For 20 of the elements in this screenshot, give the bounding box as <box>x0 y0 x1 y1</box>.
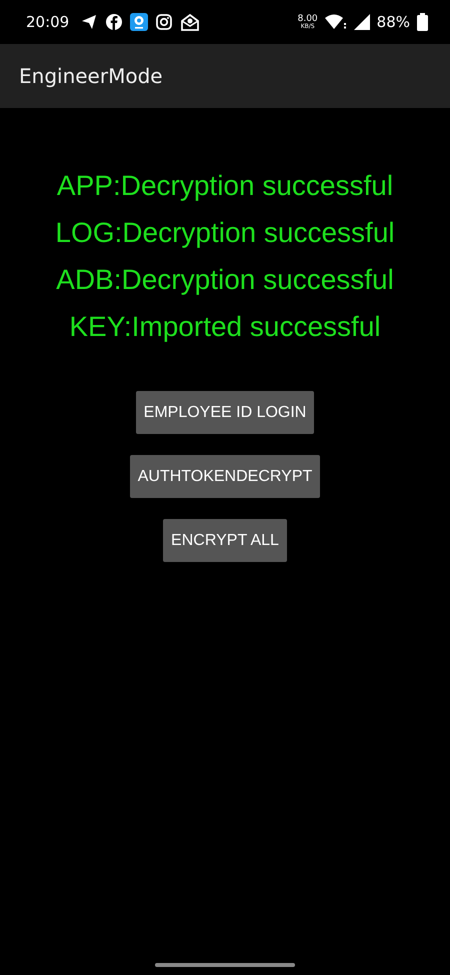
camera-app-icon <box>130 13 148 31</box>
wifi-icon <box>324 14 347 30</box>
instagram-icon <box>155 13 174 31</box>
facebook-icon <box>105 13 124 31</box>
status-message: KEY:Imported successful <box>69 310 381 344</box>
status-message: ADB:Decryption successful <box>56 263 394 297</box>
action-button[interactable]: AUTHTOKENDECRYPT <box>130 455 320 498</box>
battery-icon <box>417 13 428 31</box>
battery-percent: 88% <box>376 13 410 31</box>
status-message: APP:Decryption successful <box>56 169 394 203</box>
paper-plane-icon <box>80 13 98 31</box>
action-button[interactable]: ENCRYPT ALL <box>163 519 287 562</box>
mail-icon <box>180 13 200 31</box>
network-speed: 8.00 <box>298 14 318 24</box>
action-button[interactable]: EMPLOYEE ID LOGIN <box>136 391 314 434</box>
signal-icon <box>354 14 370 30</box>
status-message: LOG:Decryption successful <box>55 216 395 250</box>
app-title: EngineerMode <box>19 64 163 88</box>
status-time: 20:09 <box>26 13 70 31</box>
home-indicator[interactable] <box>155 963 295 967</box>
